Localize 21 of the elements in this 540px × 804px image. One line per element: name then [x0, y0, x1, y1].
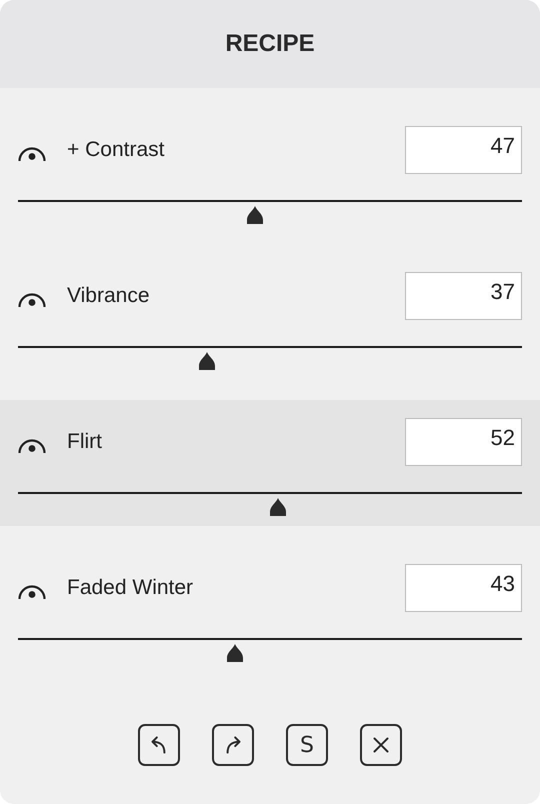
slider-label: Flirt — [67, 430, 103, 454]
close-button[interactable] — [360, 724, 402, 766]
panel-title: RECIPE — [225, 30, 315, 58]
slider-row[interactable]: Faded Winter 43 — [0, 546, 540, 672]
redo-button[interactable] — [212, 724, 254, 766]
slider-thumb[interactable] — [268, 498, 287, 516]
slider-thumb[interactable] — [226, 644, 244, 662]
slider-row[interactable]: Flirt 52 — [0, 400, 540, 526]
slider-label: Vibrance — [67, 284, 151, 308]
slider-thumb[interactable] — [198, 352, 216, 370]
undo-button[interactable] — [138, 724, 180, 766]
save-button[interactable]: S — [286, 724, 328, 766]
slider-row[interactable]: + Contrast 47 — [0, 108, 540, 234]
value-field[interactable]: 52 — [405, 418, 522, 466]
slider-row[interactable]: Vibrance 37 — [0, 254, 540, 380]
value-field[interactable]: 47 — [405, 126, 522, 174]
value-field[interactable]: 37 — [405, 272, 522, 320]
slider-label: Faded Winter — [67, 576, 194, 600]
value-field[interactable]: 43 — [405, 564, 522, 612]
slider-label: + Contrast — [67, 138, 166, 162]
slider-thumb[interactable] — [246, 206, 264, 224]
